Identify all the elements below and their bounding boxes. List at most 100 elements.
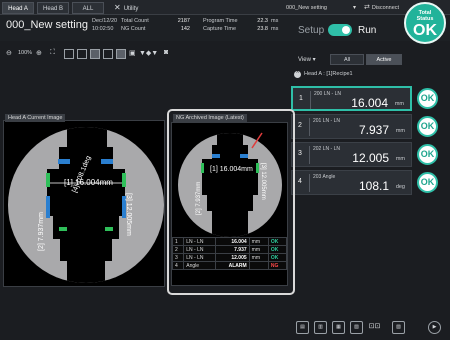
time-text: 10:02:50 [92,26,114,32]
ng-count-value: 142 [180,26,190,32]
image-icon[interactable]: ▤ [296,321,309,334]
status-header: 000_New setting Dec/12/20 10:02:50 Total… [0,15,450,41]
edge-marker [256,163,259,173]
tab-all[interactable]: ALL [72,2,104,14]
edge-marker [101,159,113,164]
row-name: Angle [183,261,217,270]
head-recipe-label[interactable]: ^ Head A : [1]Recipe1 [294,71,353,78]
camera-icon[interactable]: ◙ [164,49,168,56]
grid-icon[interactable] [103,49,113,59]
total-status-badge: Total Status OK [404,2,446,44]
zoom-in-icon[interactable]: ⊕ [36,49,42,57]
divider [309,118,310,136]
histogram-icon[interactable]: ▦ [332,321,345,334]
row-value: 12.005 [215,253,250,262]
measurement-row-2[interactable]: 2 201 LN - LN 7.937 mm [291,114,412,139]
fit-screen-icon[interactable]: ⛶ [50,49,55,57]
edge-marker [46,196,50,218]
row-name: LN - LN [183,253,217,262]
display-mode-icon[interactable] [64,49,74,59]
measurement-row-4[interactable]: 4 203 Angle 108.1 deg [291,170,412,195]
view-active-button[interactable]: Active [366,54,402,65]
ok-status-badge: OK [417,88,438,109]
overlay-label-1: [1] 16.004mm [64,178,113,187]
measurement-unit: deg [395,184,405,190]
row-value: 7.937 [215,245,250,254]
row-index: 4 [171,261,185,270]
edge-marker [59,227,67,231]
measurement-unit: mm [395,156,405,162]
ng-overlay-label-3: [3] 12.005mm [260,163,266,200]
zoom-level: 100% [18,50,33,56]
row-unit: mm [248,237,269,246]
ng-count-label: NG Count [121,26,146,32]
measurement-value: 12.005 [352,151,389,165]
row-index: 1 [171,237,185,246]
view-label: View [298,57,311,63]
edge-marker [105,227,113,231]
setup-run-toggle[interactable] [328,24,352,36]
edge-marker [46,173,50,187]
measurement-index: 4 [298,178,302,185]
ok-status-badge: OK [417,116,438,137]
view-dropdown[interactable]: View ▾ [298,56,316,63]
capture-time-value: 23.8 [257,26,268,32]
edge-marker [58,159,70,164]
row-name: LN - LN [183,237,217,246]
table-row: 4 Angle ALARM NG [171,261,288,270]
total-count-value: 2187 [177,18,190,24]
divider [309,146,310,164]
layout-icon[interactable]: ▣ [129,49,136,57]
tab-head-a[interactable]: Head A [2,2,34,14]
chart-icon[interactable]: ▥ [314,321,327,334]
chevron-up-icon: ^ [294,71,301,78]
overlay-icon[interactable] [77,49,87,59]
divider [310,91,311,109]
table-row: 3 LN - LN 12.005 mm OK [171,253,288,262]
filter-icon[interactable] [90,49,100,59]
measurement-index: 1 [299,95,303,102]
disconnect-button[interactable]: ⇄ Disconnect [364,3,399,13]
total-count-label: Total Count [121,18,149,24]
list-icon[interactable]: ⊡⊡ [368,321,381,334]
tab-head-b[interactable]: Head B [37,2,69,14]
ok-status-badge: OK [417,144,438,165]
chevron-down-icon: ▾ [352,5,356,11]
edge-marker [122,173,126,187]
edge-marker [240,154,248,158]
row-value: 16.004 [215,237,250,246]
row-status: OK [267,245,288,254]
current-image-title: Head A Current Image [5,114,66,122]
setup-label: Setup [298,25,325,36]
play-icon[interactable]: ▶ [428,321,441,334]
ng-image-canvas: [1] 16.004mm [2] 7.937mm [3] 12.005mm [178,132,282,237]
setting-select[interactable]: 000_New setting ▾ [286,3,356,13]
measurement-name: 201 LN - LN [313,118,340,124]
report-icon[interactable]: ▨ [392,321,405,334]
row-index: 3 [171,253,185,262]
row-unit: mm [248,253,269,262]
date-text: Dec/12/20 [92,18,118,24]
image-toolbar: ⊖ 100% ⊕ ⛶ ▣ ▼◆▼ ◙ [0,45,290,65]
measurement-row-1[interactable]: 1 200 LN - LN 16.004 mm [291,86,412,111]
utility-button[interactable]: ✕ Utility [114,2,138,14]
measurement-row-3[interactable]: 3 202 LN - LN 12.005 mm [291,142,412,167]
edge-marker [212,154,220,158]
setting-select-value: 000_New setting [286,5,327,11]
shape-select-icon[interactable]: ▼◆▼ [139,49,158,57]
zoom-out-icon[interactable]: ⊖ [6,49,12,57]
program-time-unit: ms [271,18,279,24]
program-time-label: Program Time [203,18,238,24]
image-select-icon[interactable] [116,49,126,59]
divider [309,174,310,192]
current-image-view[interactable]: [1] 16.004mm [4] 108.1deg [2] 7.937mm [3… [3,120,165,287]
row-name: LN - LN [183,245,217,254]
measurement-unit: mm [394,101,404,107]
view-all-button[interactable]: All [330,54,364,65]
wrench-icon: ✕ [114,3,121,12]
trend-icon[interactable]: ▧ [350,321,363,334]
ng-archived-image-title: NG Archived Image (Latest) [173,114,247,122]
measurement-index: 2 [298,122,302,129]
row-index: 2 [171,245,185,254]
measurement-value: 7.937 [358,123,389,137]
